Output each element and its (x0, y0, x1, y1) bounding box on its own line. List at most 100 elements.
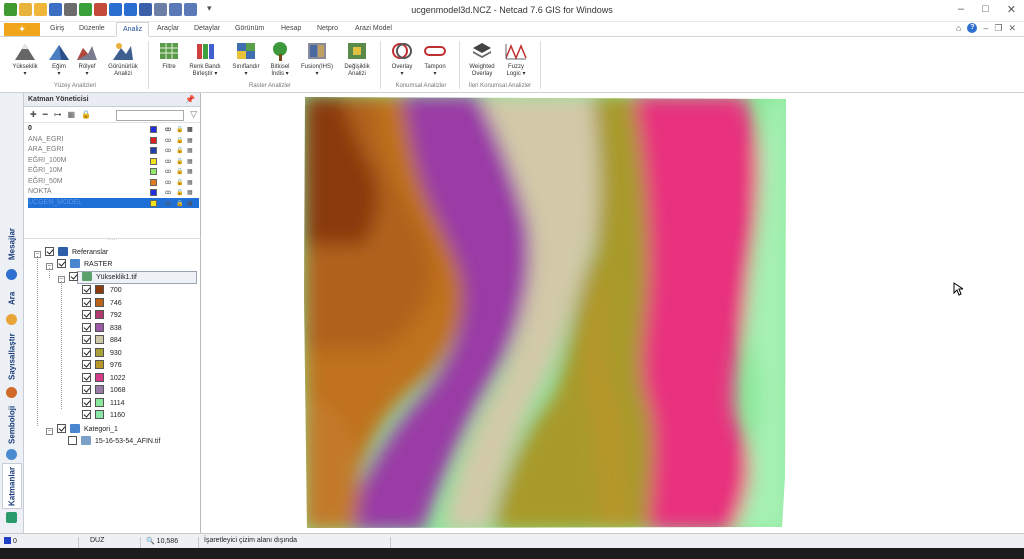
raster-class-item[interactable]: 700 (82, 285, 122, 297)
classify-button[interactable]: Sınıflandır ▾ (227, 40, 265, 78)
layer-properties-icon[interactable]: ▦ (68, 110, 76, 119)
panel-splitter[interactable]: ····· (24, 237, 201, 243)
layer-row[interactable]: NOKTA ꝏ 🔒 ▦ (28, 187, 199, 198)
checkbox[interactable] (82, 335, 91, 344)
lock-icon[interactable]: 🔒 (176, 199, 183, 210)
tab-netpro[interactable]: Netpro (317, 25, 338, 32)
checkbox[interactable] (82, 385, 91, 394)
buffer-button[interactable]: Tampon ▾ (417, 40, 453, 78)
vegetation-index-button[interactable]: Bitkisel İndis ▾ (262, 40, 298, 78)
layer-row[interactable]: EĞRI_100M ꝏ 🔒 ▦ (28, 156, 199, 167)
raster-class-item[interactable]: 1022 (82, 372, 126, 385)
status-scale[interactable]: 🔍 10,586 (146, 537, 178, 545)
remove-layer-icon[interactable]: ━ (43, 110, 48, 119)
checkbox[interactable] (82, 297, 91, 307)
layer-row[interactable]: EĞRI_10M ꝏ 🔒 ▦ (28, 166, 199, 177)
checkbox[interactable] (69, 272, 78, 281)
layers-icon[interactable] (6, 512, 17, 523)
side-tab-katmanlar[interactable]: Katmanlar (2, 463, 22, 509)
file-tab[interactable]: ✦ (4, 23, 40, 36)
layer-color-swatch[interactable] (150, 147, 157, 154)
pin-icon[interactable]: 📌 (185, 95, 195, 104)
filter-icon[interactable]: ▽ (190, 109, 197, 120)
checkbox[interactable] (82, 322, 91, 332)
maximize-button[interactable]: □ (982, 3, 989, 16)
layer-row[interactable]: EĞRI_50M ꝏ 🔒 ▦ (28, 177, 199, 188)
layer-color-swatch[interactable] (150, 157, 157, 165)
checkbox[interactable] (57, 259, 66, 268)
symbology-icon[interactable] (6, 449, 17, 460)
layer-row[interactable]: ARA_EGRI ꝏ 🔒 ▦ (28, 145, 199, 156)
tab-gorunum[interactable]: Görünüm (235, 25, 264, 32)
lock-icon[interactable]: 🔒 (81, 110, 91, 119)
ribbon-restore-icon[interactable]: ❐ (994, 23, 1002, 34)
layer-color-swatch[interactable] (150, 189, 157, 196)
filter-button[interactable]: Filtre (151, 40, 187, 71)
weighted-overlay-button[interactable]: Weighted Overlay (463, 40, 501, 78)
layer-color-swatch[interactable] (150, 178, 157, 186)
tab-analiz[interactable]: Analiz (116, 22, 150, 37)
close-button[interactable]: ✕ (1007, 3, 1016, 16)
raster-class-item[interactable]: 1160 (82, 410, 125, 422)
tab-giris[interactable]: Giriş (50, 25, 64, 32)
link-layer-icon[interactable]: ⊶ (54, 110, 62, 119)
raster-class-item[interactable]: 930 (82, 347, 122, 360)
overlay-button[interactable]: Overlay ▾ (384, 40, 420, 78)
checkbox[interactable] (68, 436, 77, 445)
tab-duzenle[interactable]: Düzenle (79, 25, 105, 32)
raster-class-item[interactable]: 792 (82, 310, 122, 322)
checkbox[interactable] (82, 310, 91, 319)
collapse-toggle[interactable]: – (46, 428, 53, 435)
search-icon[interactable] (6, 314, 17, 325)
side-tab-ara[interactable]: Ara (2, 285, 22, 311)
help-icon[interactable]: ? (967, 23, 978, 33)
checkbox[interactable] (82, 285, 91, 294)
info-icon[interactable] (6, 269, 17, 280)
status-mode[interactable]: DUZ (90, 537, 104, 544)
layer-color-swatch[interactable] (150, 136, 157, 144)
ribbon-close-icon[interactable]: ✕ (1008, 23, 1016, 34)
raster-class-item[interactable]: 1114 (82, 397, 125, 410)
checkbox[interactable] (82, 372, 91, 382)
raster-class-item[interactable]: 746 (82, 297, 122, 310)
tree-node-referanslar[interactable]: – Referanslar (34, 247, 108, 259)
ribbon-minimize-icon[interactable]: – (983, 23, 988, 34)
tab-detaylar[interactable]: Detaylar (194, 25, 220, 32)
tab-hesap[interactable]: Hesap (281, 25, 301, 32)
layer-color-swatch[interactable] (150, 199, 157, 207)
digitize-icon[interactable] (6, 387, 17, 398)
map-canvas[interactable] (202, 93, 1024, 533)
checkbox[interactable] (57, 424, 66, 433)
side-tab-sayisallastir[interactable]: Sayısallaştır (2, 329, 22, 385)
elevation-button[interactable]: Yükseklik ▾ (7, 40, 43, 78)
tree-node-raster[interactable]: – RASTER (46, 259, 112, 271)
home-icon[interactable]: ⌂ (956, 23, 961, 34)
side-tab-semboloji[interactable]: Semboloji (2, 403, 22, 447)
tab-araclar[interactable]: Araçlar (157, 25, 179, 32)
layer-color-swatch[interactable] (150, 126, 157, 133)
layer-row[interactable]: ÜCGEN_MODEL ꝏ 🔒 ▦ (28, 197, 199, 210)
visibility-icon[interactable]: ꝏ (165, 199, 171, 210)
add-layer-icon[interactable]: ✚ (30, 110, 37, 119)
change-analysis-button[interactable]: Değişiklik Analizi (338, 40, 376, 78)
tab-arazi-model[interactable]: Arazi Model (355, 25, 392, 32)
layer-row[interactable]: ANA_EGRI ꝏ 🔒 ▦ (28, 135, 199, 146)
tree-node-raster-file[interactable]: – Yükseklik1.tif (58, 272, 137, 284)
layer-color-swatch[interactable] (150, 168, 157, 175)
raster-class-item[interactable]: 1068 (82, 385, 126, 397)
layer-search-input[interactable] (116, 110, 184, 121)
minimize-button[interactable]: – (958, 3, 964, 16)
checkbox[interactable] (82, 347, 91, 357)
tree-node-category-file[interactable]: 15-16-53-54_AFIN.tif (68, 436, 160, 448)
merge-bands-button[interactable]: Renk Bandı Birleştir ▾ (186, 40, 224, 78)
checkbox[interactable] (82, 410, 91, 419)
checkbox[interactable] (45, 247, 54, 256)
side-tab-mesajlar[interactable]: Mesajlar (2, 223, 22, 265)
visibility-analysis-button[interactable]: Görünürlük Analizi (103, 40, 143, 78)
raster-class-item[interactable]: 884 (82, 335, 122, 347)
fusion-ihs-button[interactable]: Fusion(IHS) ▾ (298, 40, 336, 78)
checkbox[interactable] (82, 360, 91, 369)
tree-node-kategori[interactable]: – Kategori_1 (46, 424, 118, 436)
checkbox[interactable] (82, 397, 91, 407)
layer-row[interactable]: 0 ꝏ 🔒 ▦ (28, 124, 199, 135)
